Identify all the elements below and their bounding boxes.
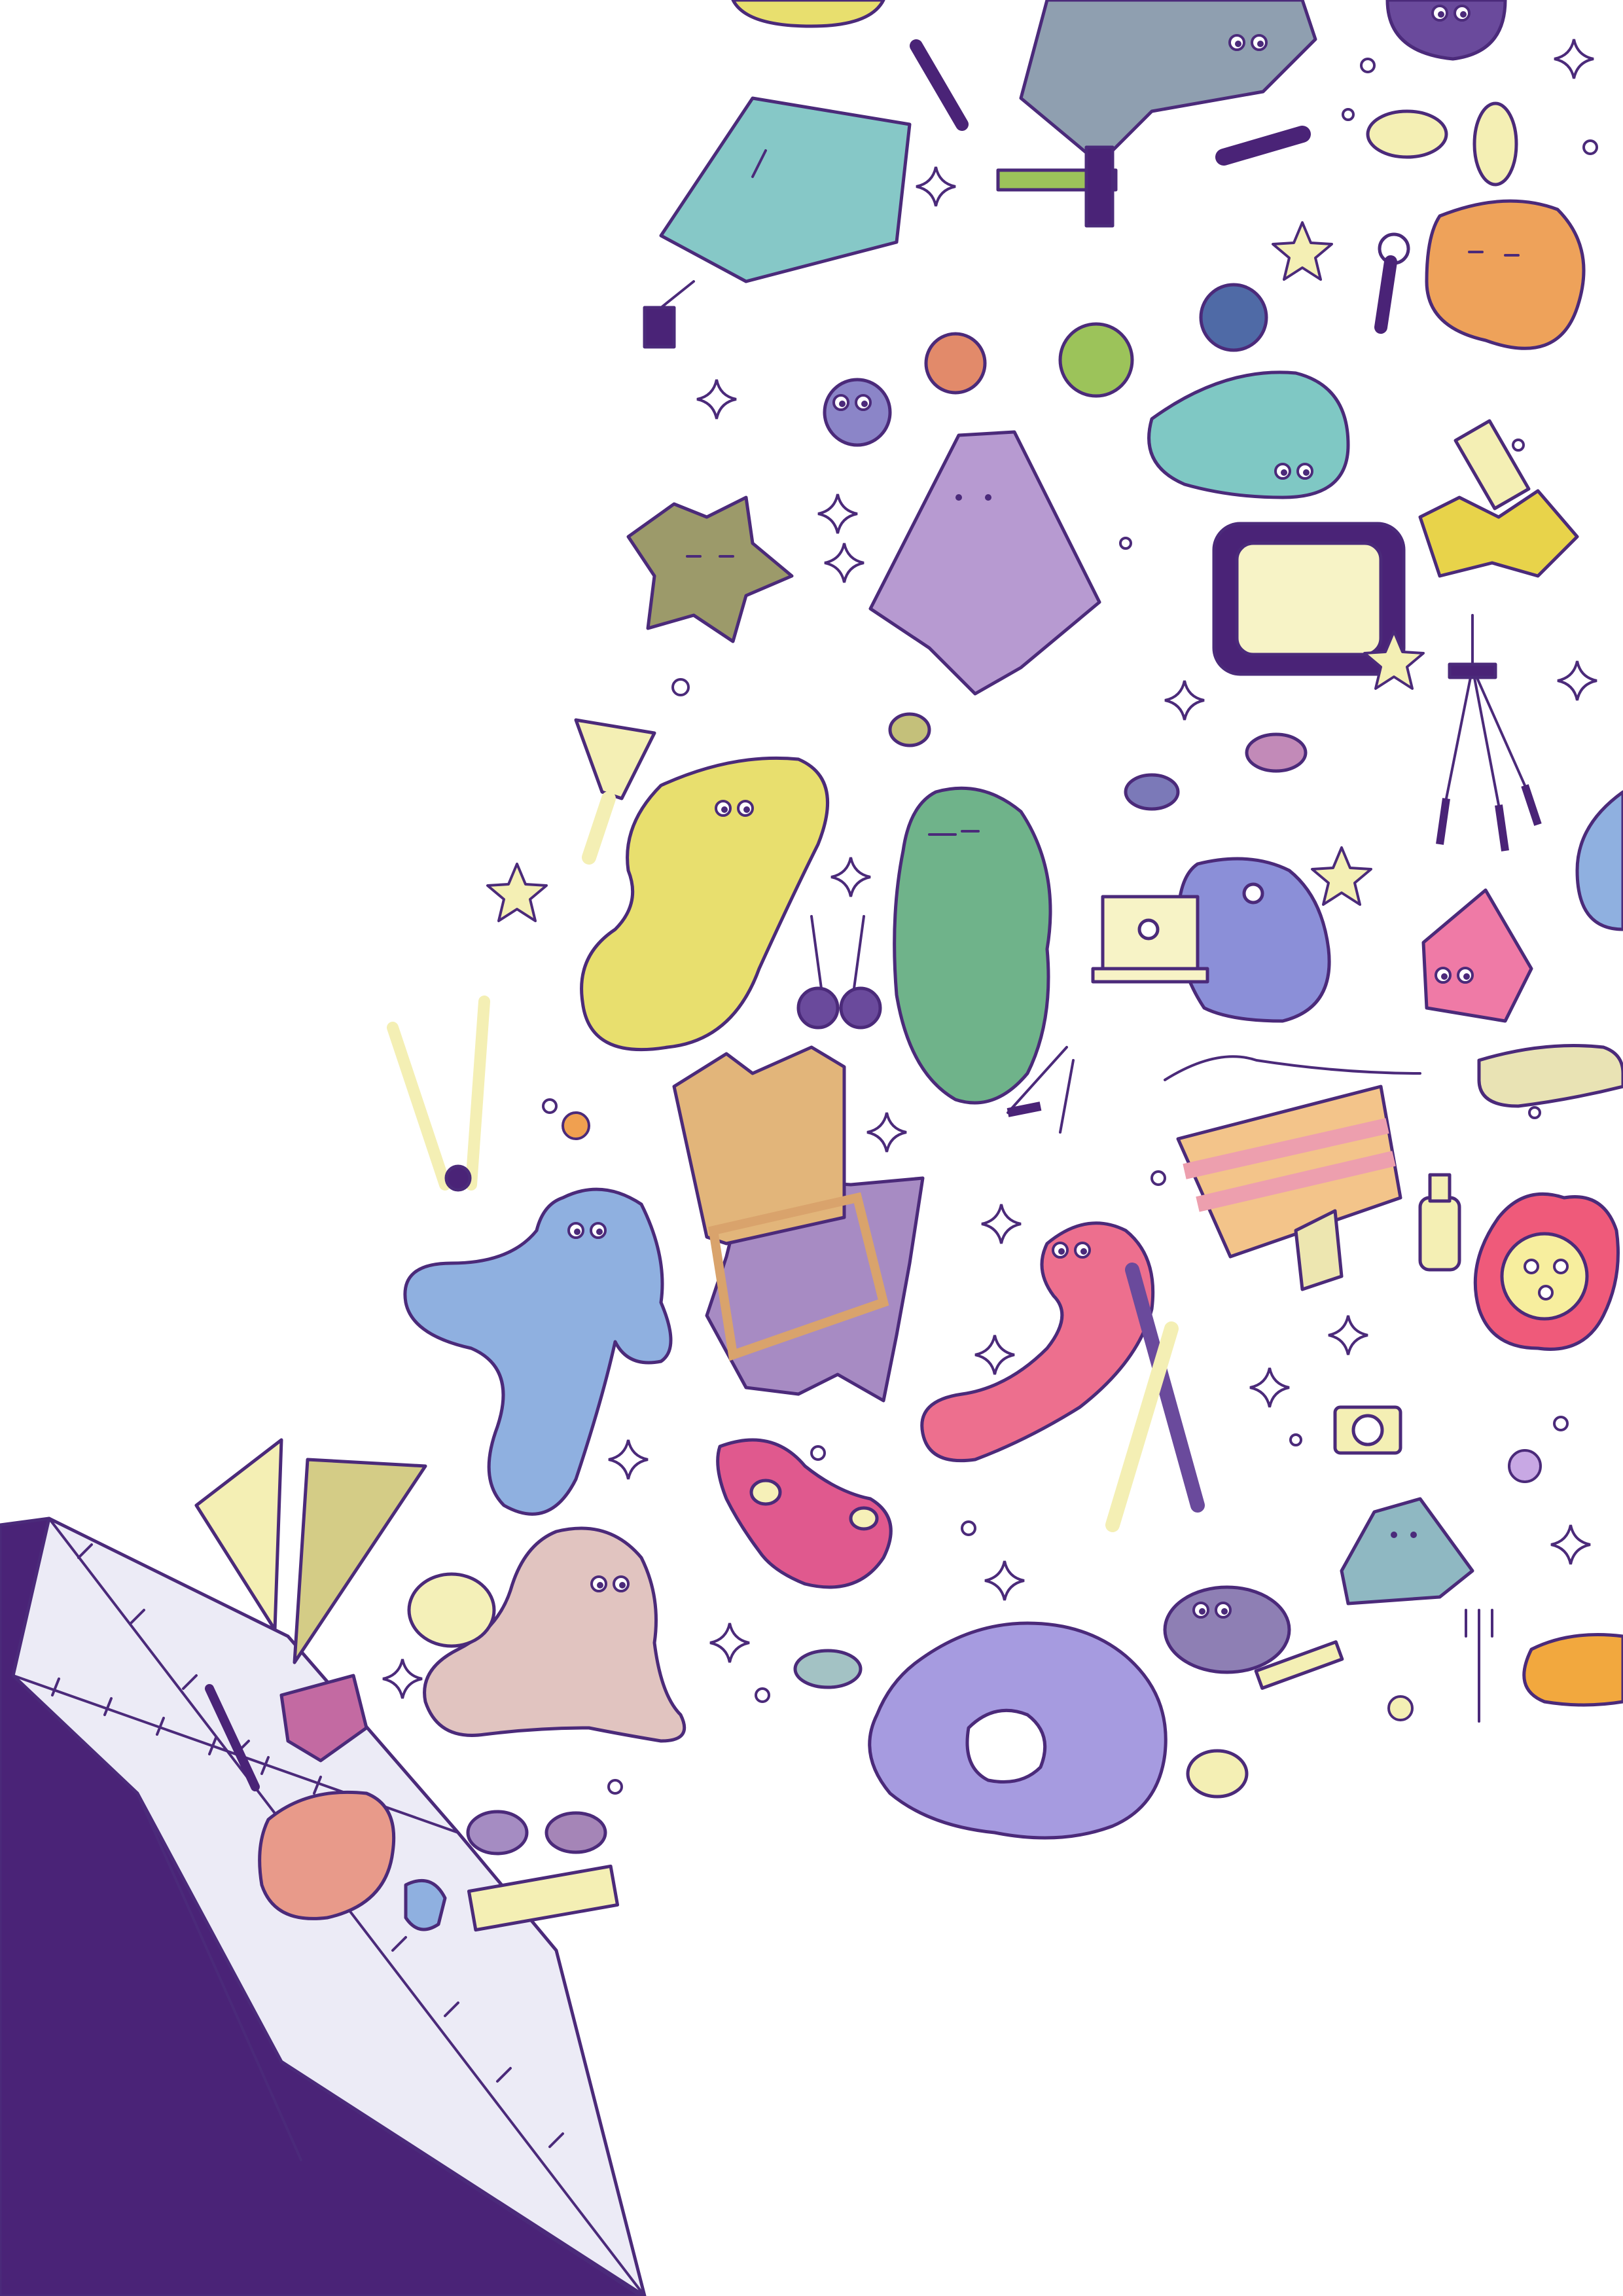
sparkle-icon (1556, 660, 1598, 702)
blob-character-icon (643, 96, 912, 349)
compass-icon (387, 996, 490, 1192)
blob-character-icon (1164, 1055, 1421, 1291)
blob-character-icon (731, 0, 885, 28)
sparkle-icon (382, 1658, 423, 1700)
sparkle-icon (1550, 1524, 1592, 1566)
sparkle-icon (866, 1111, 908, 1153)
blob-character-icon (1421, 888, 1533, 1023)
sparkle-icon (1249, 1367, 1291, 1408)
fork-icon (1465, 1609, 1493, 1723)
star-icon (1272, 221, 1333, 281)
blob-character-icon (1477, 1044, 1623, 1108)
microphone-icon (1374, 232, 1410, 334)
blob-character-icon (1186, 1749, 1249, 1799)
sparkle-icon (1164, 679, 1205, 721)
doodle-illustration (0, 0, 1623, 2296)
blob-character-icon (868, 1621, 1168, 1840)
blob-character-icon (888, 712, 931, 747)
blob-character-icon (1418, 419, 1579, 578)
sparkle-icon (830, 856, 872, 898)
sparkle-icon (980, 1203, 1022, 1245)
blob-character-icon (1147, 370, 1350, 499)
blob-character-icon (1124, 773, 1180, 811)
blob-character-icon (1366, 0, 1518, 187)
blob-character-icon (1163, 1585, 1291, 1674)
camera-icon (1333, 1405, 1402, 1455)
sparkle-icon (607, 1439, 649, 1480)
blob-character-icon (716, 1438, 893, 1589)
star-icon (626, 495, 794, 643)
pencil-icon (910, 39, 969, 131)
sparkle-icon (1553, 38, 1595, 80)
ruler-icon (996, 145, 1118, 228)
ruler-icon (1215, 126, 1311, 166)
blob-character-icon (920, 1221, 1155, 1463)
blob-character-icon (1245, 732, 1308, 773)
star-icon (1311, 846, 1372, 906)
sparkle-icon (696, 378, 738, 420)
glue-bottle-icon (1418, 1173, 1461, 1272)
sparkle-icon (823, 542, 865, 584)
blob-character-icon (407, 1572, 496, 1648)
blob-character-icon (580, 756, 829, 1052)
lion-icon (1473, 1192, 1620, 1351)
sparkle-icon (1327, 1314, 1369, 1356)
blob-character-icon (793, 1649, 863, 1689)
ghost-icon (868, 430, 1101, 696)
blob-character-icon (893, 786, 1052, 1105)
tripod-icon (1436, 614, 1542, 852)
sparkle-icon (974, 1334, 1016, 1376)
blob-character-icon (1522, 1633, 1623, 1707)
sparkle-icon (709, 1622, 751, 1664)
sparkle-icon (984, 1560, 1026, 1602)
laptop-icon (1091, 895, 1209, 984)
sparkle-icon (817, 493, 859, 535)
scissors-icon (796, 915, 882, 1030)
blob-character-icon (1575, 790, 1623, 931)
blob-character-icon (1425, 199, 1586, 350)
star-icon (486, 863, 548, 922)
blob-character-icon (1176, 857, 1331, 1023)
sparkle-icon (915, 166, 957, 207)
blob-character-icon (1340, 1497, 1474, 1605)
